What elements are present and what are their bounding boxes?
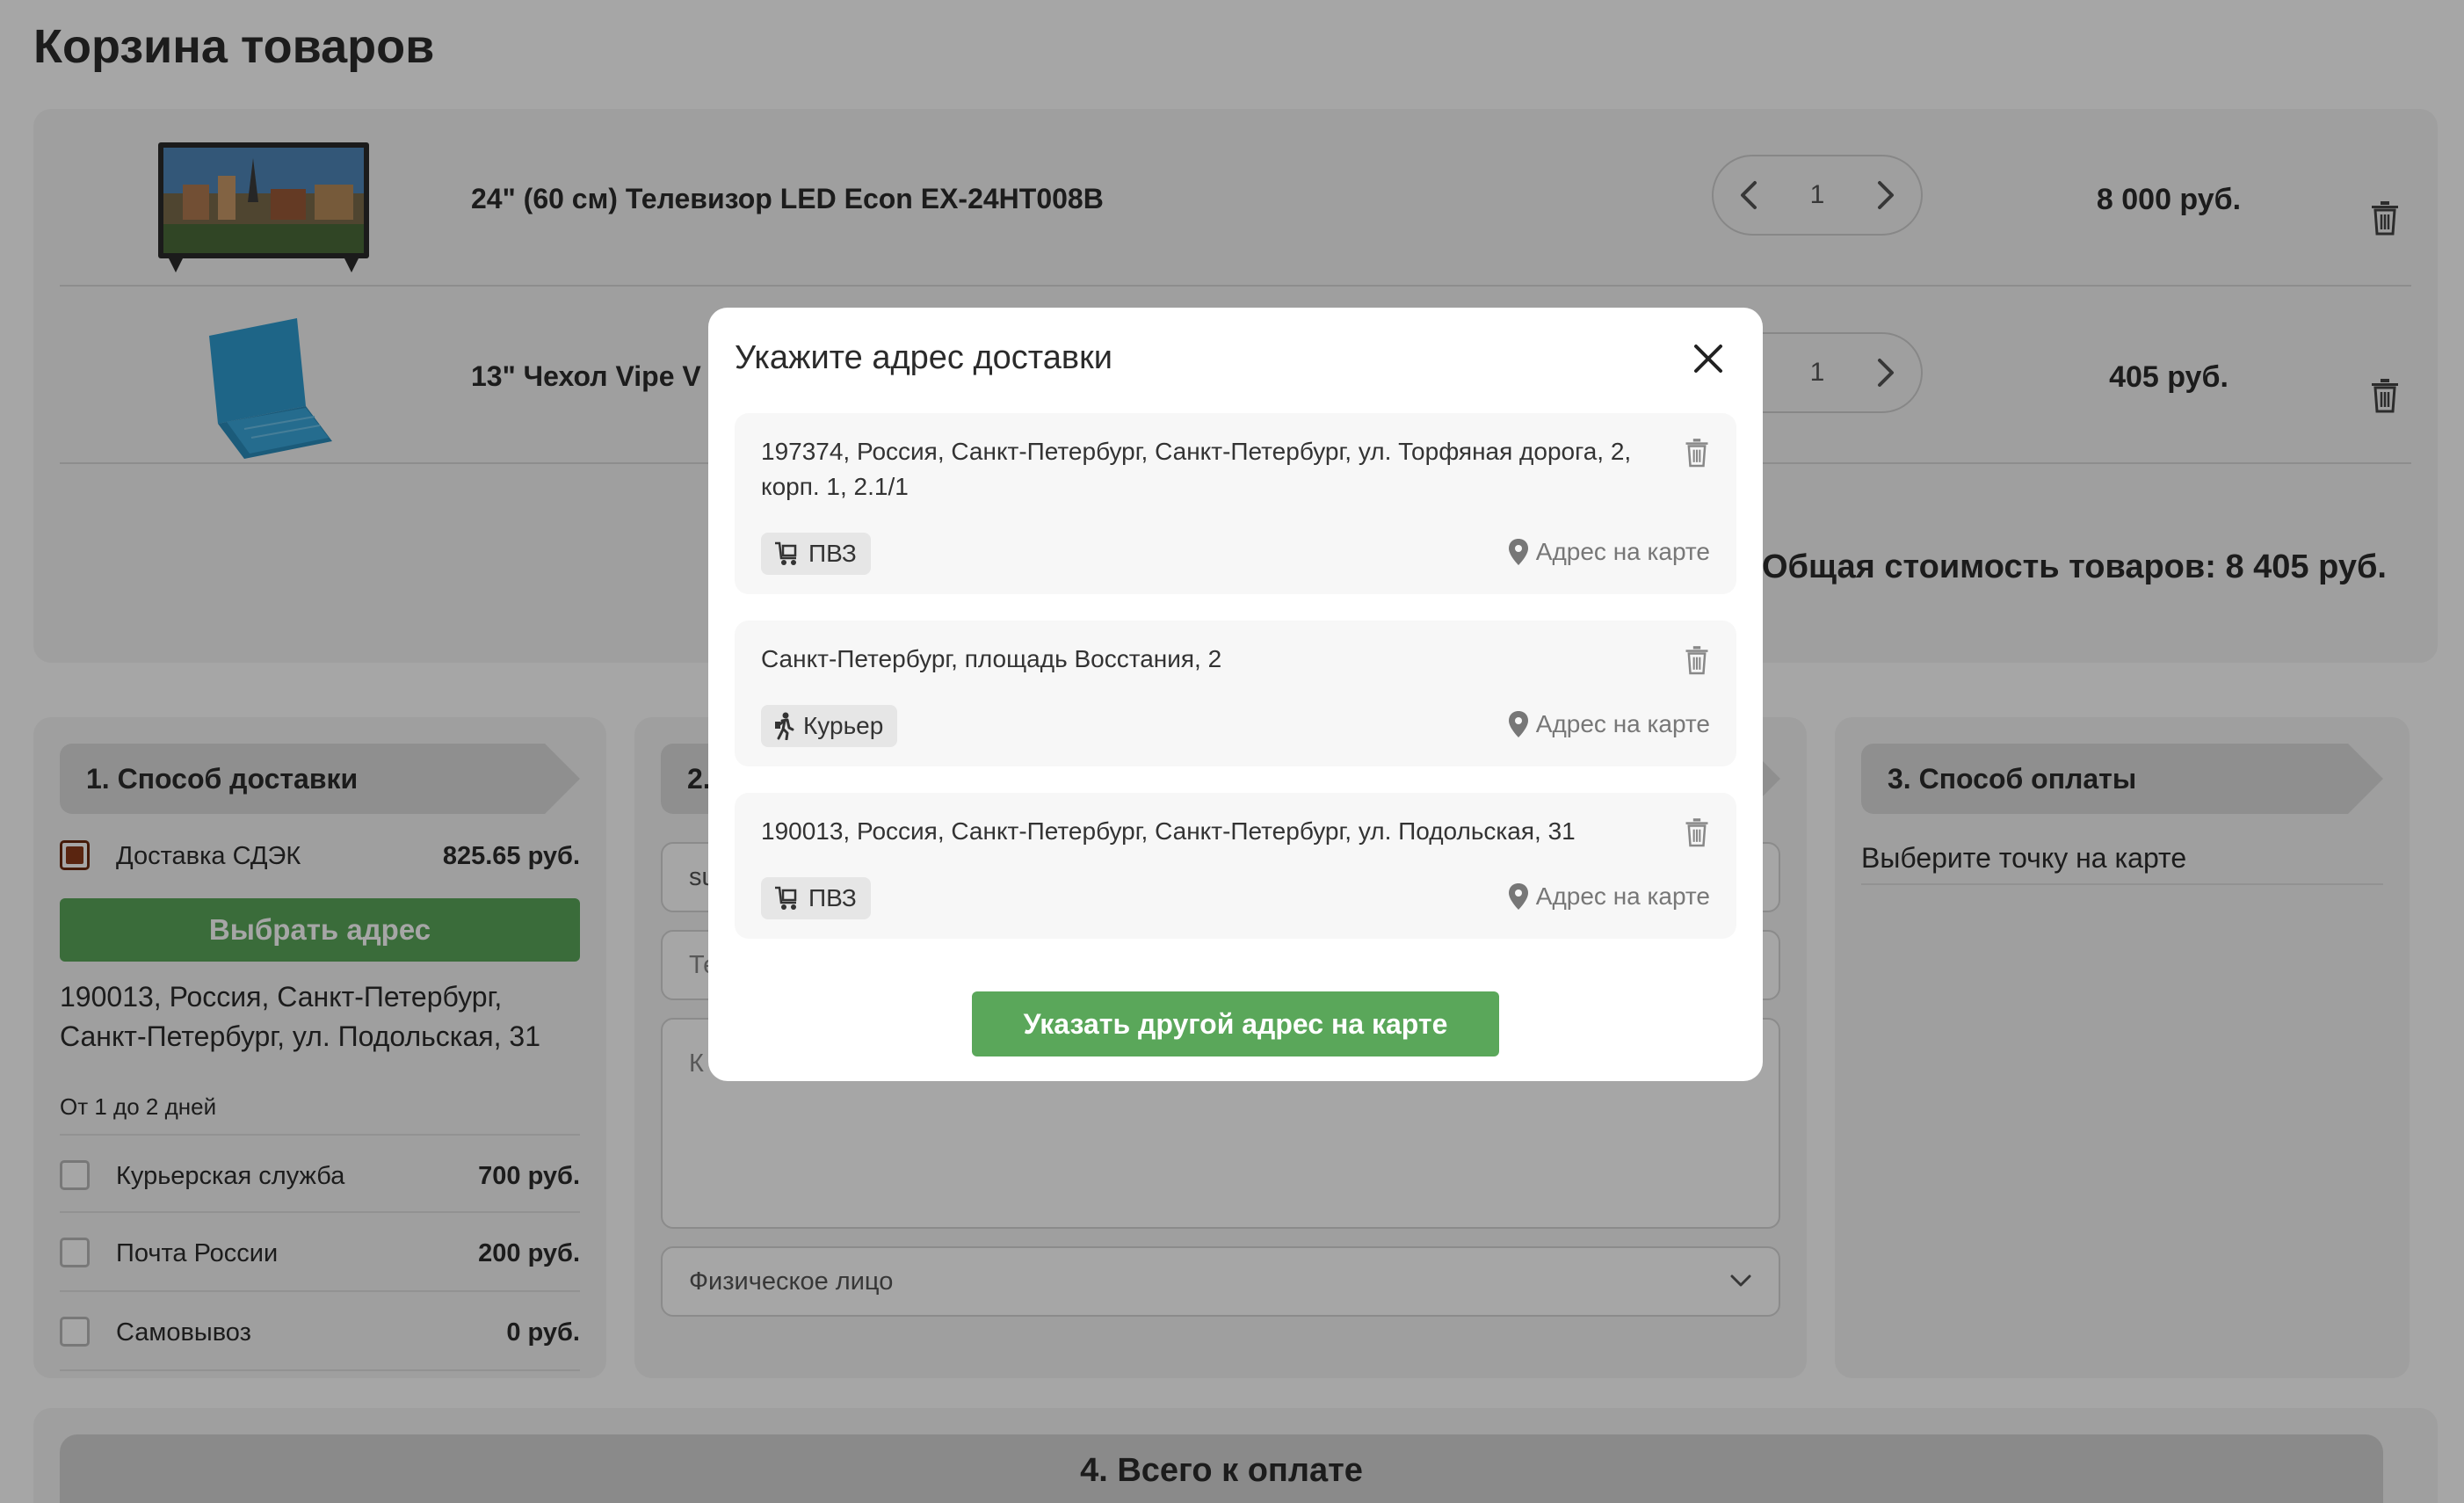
address-type-badge: ПВЗ bbox=[761, 877, 871, 919]
delete-address-button[interactable] bbox=[1684, 645, 1710, 675]
map-link[interactable]: Адрес на карте bbox=[1508, 710, 1710, 738]
address-text: 190013, Россия, Санкт-Петербург, Санкт-П… bbox=[761, 817, 1576, 845]
modal-title: Укажите адрес доставки bbox=[735, 339, 1112, 376]
address-card[interactable]: Санкт-Петербург, площадь Восстания, 2 Ку… bbox=[735, 621, 1736, 766]
map-link[interactable]: Адрес на карте bbox=[1508, 882, 1710, 911]
address-type-label: Курьер bbox=[803, 712, 884, 739]
trash-icon bbox=[1685, 818, 1708, 847]
courier-icon bbox=[775, 712, 794, 740]
map-link-label: Адрес на карте bbox=[1535, 882, 1710, 910]
pickup-point-icon bbox=[775, 541, 797, 565]
close-button[interactable] bbox=[1691, 341, 1726, 376]
address-type-badge: Курьер bbox=[761, 705, 898, 747]
map-link-label: Адрес на карте bbox=[1535, 710, 1710, 737]
map-link-label: Адрес на карте bbox=[1535, 538, 1710, 565]
address-type-label: ПВЗ bbox=[808, 884, 857, 911]
map-pin-icon bbox=[1508, 539, 1528, 565]
address-type-badge: ПВЗ bbox=[761, 533, 871, 575]
trash-icon bbox=[1685, 439, 1708, 468]
map-link[interactable]: Адрес на карте bbox=[1508, 538, 1710, 566]
address-type-label: ПВЗ bbox=[808, 540, 857, 567]
delete-address-button[interactable] bbox=[1684, 438, 1710, 468]
address-text: 197374, Россия, Санкт-Петербург, Санкт-П… bbox=[761, 438, 1632, 500]
address-text: Санкт-Петербург, площадь Восстания, 2 bbox=[761, 645, 1222, 672]
map-pin-icon bbox=[1508, 883, 1528, 910]
cart-page: Корзина товаров 24" (60 см) Телевизор LE… bbox=[0, 0, 2464, 1503]
pickup-point-icon bbox=[775, 886, 797, 910]
map-pin-icon bbox=[1508, 711, 1528, 737]
delete-address-button[interactable] bbox=[1684, 817, 1710, 847]
address-modal: Укажите адрес доставки 197374, Россия, С… bbox=[708, 308, 1763, 1081]
close-icon bbox=[1694, 345, 1722, 373]
other-address-button[interactable]: Указать другой адрес на карте bbox=[972, 991, 1499, 1056]
address-card[interactable]: 197374, Россия, Санкт-Петербург, Санкт-П… bbox=[735, 413, 1736, 594]
address-card[interactable]: 190013, Россия, Санкт-Петербург, Санкт-П… bbox=[735, 793, 1736, 939]
trash-icon bbox=[1685, 646, 1708, 675]
